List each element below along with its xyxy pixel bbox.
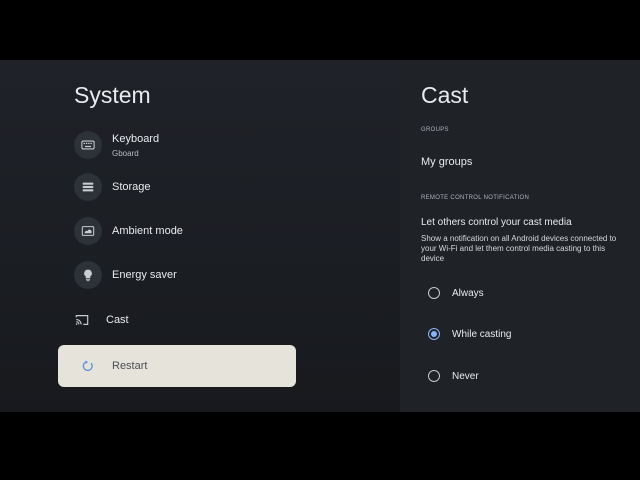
remote-control-title[interactable]: Let others control your cast media — [421, 217, 572, 228]
restart-icon — [74, 352, 102, 380]
menu-item-label: Cast — [106, 314, 129, 326]
cast-icon — [68, 306, 96, 334]
system-panel: System Keyboard Gboard Storage Ambient m… — [0, 60, 400, 412]
menu-item-label: Energy saver — [112, 269, 177, 281]
option-label: Always — [452, 287, 484, 299]
menu-item-sublabel: Gboard — [112, 148, 139, 158]
menu-item-label: Restart — [112, 360, 148, 372]
remote-control-description: Show a notification on all Android devic… — [421, 234, 617, 263]
radio-button-selected[interactable] — [428, 328, 440, 340]
ambient-mode-icon — [74, 217, 102, 245]
menu-item-restart[interactable]: Restart — [58, 345, 296, 387]
option-label: Never — [452, 370, 479, 382]
groups-section-label: GROUPS — [421, 127, 449, 133]
system-title: System — [74, 82, 151, 108]
option-while-casting[interactable]: While casting — [428, 324, 511, 344]
storage-icon — [74, 173, 102, 201]
menu-item-ambient-mode[interactable]: Ambient mode — [58, 210, 296, 252]
menu-item-label: Ambient mode — [112, 225, 183, 237]
my-groups-item[interactable]: My groups — [421, 156, 472, 168]
radio-button[interactable] — [428, 370, 440, 382]
menu-item-energy-saver[interactable]: Energy saver — [58, 254, 296, 296]
option-label: While casting — [452, 328, 512, 340]
menu-item-storage[interactable]: Storage — [58, 166, 296, 208]
option-always[interactable]: Always — [428, 283, 484, 303]
option-never[interactable]: Never — [428, 366, 479, 386]
menu-item-keyboard[interactable]: Keyboard Gboard — [58, 124, 296, 166]
cast-panel: Cast GROUPS My groups REMOTE CONTROL NOT… — [400, 60, 640, 412]
radio-button[interactable] — [428, 287, 440, 299]
menu-item-cast[interactable]: Cast — [58, 299, 296, 341]
energy-saver-icon — [74, 261, 102, 289]
menu-item-label: Keyboard — [112, 132, 160, 145]
menu-item-label: Storage — [112, 181, 151, 193]
tv-settings-screen: System Keyboard Gboard Storage Ambient m… — [0, 60, 640, 412]
cast-title: Cast — [421, 82, 469, 108]
remote-control-section-label: REMOTE CONTROL NOTIFICATION — [421, 195, 530, 201]
keyboard-icon — [74, 131, 102, 159]
